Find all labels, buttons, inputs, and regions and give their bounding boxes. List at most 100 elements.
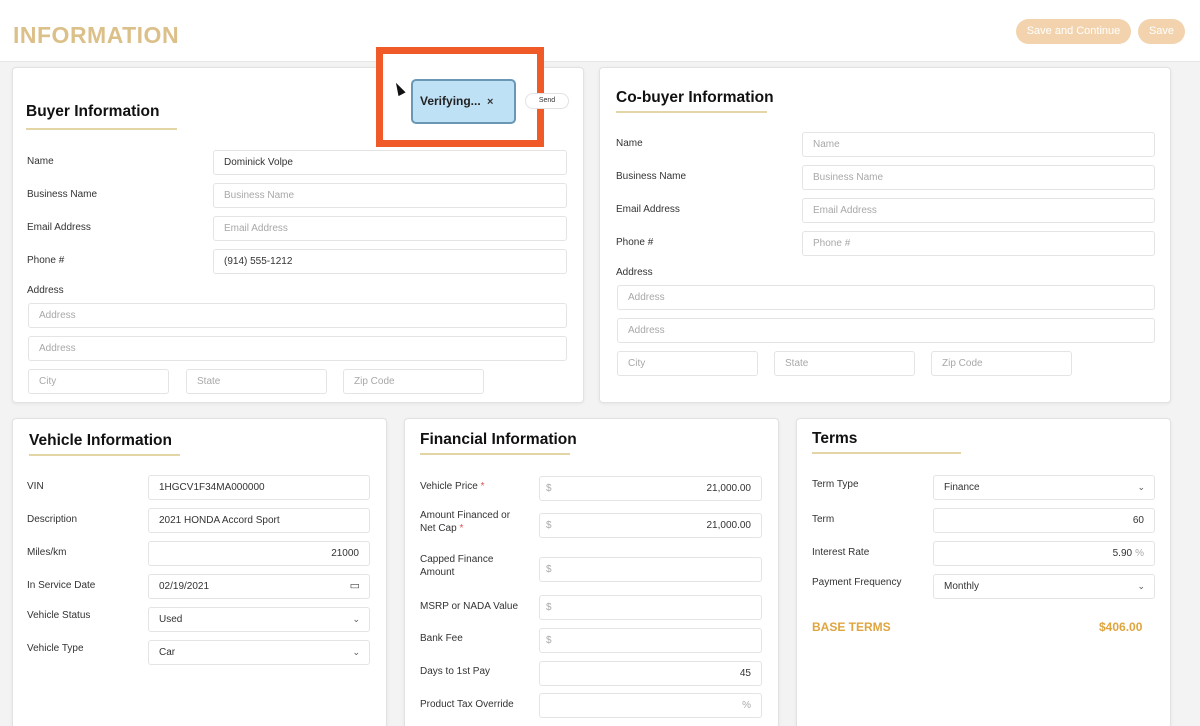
- chevron-down-icon: ⌄: [352, 647, 360, 657]
- bank-fee-input[interactable]: $: [539, 628, 762, 653]
- msrp-label: MSRP or NADA Value: [420, 601, 519, 612]
- payment-frequency-label: Payment Frequency: [812, 577, 902, 588]
- save-and-continue-button[interactable]: Save and Continue: [1016, 19, 1131, 44]
- chevron-down-icon: ⌄: [352, 614, 360, 624]
- amount-financed-label-line1: Amount Financed or: [420, 510, 511, 521]
- payment-frequency-select[interactable]: Monthly ⌄: [933, 574, 1155, 599]
- bank-fee-label: Bank Fee: [420, 633, 463, 644]
- currency-prefix: $: [546, 520, 552, 531]
- buyer-business-name-label: Business Name: [27, 189, 98, 200]
- save-button[interactable]: Save: [1138, 19, 1185, 44]
- cobuyer-phone-input[interactable]: Phone #: [802, 231, 1155, 256]
- capped-finance-input[interactable]: $: [539, 557, 762, 582]
- buyer-state-input[interactable]: State: [186, 369, 327, 394]
- buyer-phone-input[interactable]: (914) 555-1212: [213, 249, 567, 274]
- interest-rate-value: 5.90: [1112, 548, 1133, 559]
- financial-information-title: Financial Information: [420, 431, 577, 448]
- vehicle-price-value: 21,000.00: [706, 483, 752, 494]
- cobuyer-email-input[interactable]: Email Address: [802, 198, 1155, 223]
- vin-label: VIN: [27, 481, 44, 492]
- capped-finance-label: Capped Finance Amount: [420, 553, 493, 579]
- verifying-chip-label: Verifying...: [420, 94, 481, 108]
- calendar-icon[interactable]: ▭: [350, 575, 360, 598]
- interest-rate-label: Interest Rate: [812, 547, 870, 558]
- vehicle-price-input[interactable]: $ 21,000.00: [539, 476, 762, 501]
- currency-prefix: $: [546, 635, 552, 646]
- buyer-information-title: Buyer Information: [26, 103, 160, 120]
- interest-rate-input[interactable]: 5.90%: [933, 541, 1155, 566]
- vehicle-title-underline: [29, 454, 180, 456]
- cobuyer-name-label: Name: [616, 138, 643, 149]
- buyer-zip-input[interactable]: Zip Code: [343, 369, 484, 394]
- buyer-name-input[interactable]: Dominick Volpe: [213, 150, 567, 175]
- chevron-down-icon: ⌄: [1137, 581, 1145, 591]
- product-tax-override-label: Product Tax Override: [420, 699, 514, 710]
- term-input[interactable]: 60: [933, 508, 1155, 533]
- percent-suffix: %: [742, 700, 751, 711]
- page-title: INFORMATION: [13, 22, 180, 48]
- percent-suffix: %: [1135, 548, 1144, 559]
- cobuyer-address-label: Address: [616, 267, 653, 278]
- cobuyer-zip-input[interactable]: Zip Code: [931, 351, 1072, 376]
- vehicle-status-label: Vehicle Status: [27, 610, 91, 621]
- send-button[interactable]: Send: [525, 93, 569, 109]
- vehicle-type-value: Car: [159, 647, 176, 658]
- vehicle-information-title: Vehicle Information: [29, 432, 172, 449]
- capped-finance-label-line2: Amount: [420, 567, 455, 578]
- product-tax-override-input[interactable]: %: [539, 693, 762, 718]
- cobuyer-address-line1-input[interactable]: Address: [617, 285, 1155, 310]
- terms-title-underline: [812, 452, 961, 454]
- description-label: Description: [27, 514, 78, 525]
- chevron-down-icon: ⌄: [1137, 482, 1145, 492]
- cobuyer-business-name-input[interactable]: Business Name: [802, 165, 1155, 190]
- term-type-select[interactable]: Finance ⌄: [933, 475, 1155, 500]
- cobuyer-address-line2-input[interactable]: Address: [617, 318, 1155, 343]
- top-bar: INFORMATION Save and Continue Save: [0, 0, 1200, 62]
- in-service-date-label: In Service Date: [27, 580, 96, 591]
- base-terms-value: $406.00: [1099, 620, 1143, 634]
- terms-card: [796, 418, 1171, 726]
- days-to-first-pay-label: Days to 1st Pay: [420, 666, 491, 677]
- in-service-date-value: 02/19/2021: [159, 581, 210, 592]
- payment-frequency-value: Monthly: [944, 581, 980, 592]
- terms-title: Terms: [812, 430, 858, 447]
- cobuyer-business-name-label: Business Name: [616, 171, 687, 182]
- cobuyer-title-underline: [616, 111, 767, 113]
- buyer-email-label: Email Address: [27, 222, 91, 233]
- cobuyer-state-input[interactable]: State: [774, 351, 915, 376]
- vehicle-information-card: [12, 418, 387, 726]
- vehicle-type-select[interactable]: Car ⌄: [148, 640, 370, 665]
- cobuyer-city-input[interactable]: City: [617, 351, 758, 376]
- days-to-first-pay-input[interactable]: 45: [539, 661, 762, 686]
- description-input[interactable]: 2021 HONDA Accord Sport: [148, 508, 370, 533]
- vehicle-price-label: Vehicle Price *: [420, 480, 485, 493]
- base-terms-label: BASE TERMS: [812, 620, 891, 634]
- msrp-input[interactable]: $: [539, 595, 762, 620]
- currency-prefix: $: [546, 602, 552, 613]
- capped-finance-label-line1: Capped Finance: [420, 554, 494, 565]
- cobuyer-phone-label: Phone #: [616, 237, 654, 248]
- buyer-city-input[interactable]: City: [28, 369, 169, 394]
- cobuyer-name-input[interactable]: Name: [802, 132, 1155, 157]
- buyer-title-underline: [26, 128, 177, 130]
- vehicle-price-label-text: Vehicle Price: [420, 481, 478, 492]
- currency-prefix: $: [546, 483, 552, 494]
- amount-financed-value: 21,000.00: [706, 520, 752, 531]
- verifying-chip[interactable]: Verifying... ×: [411, 79, 516, 124]
- amount-financed-input[interactable]: $ 21,000.00: [539, 513, 762, 538]
- miles-input[interactable]: 21000: [148, 541, 370, 566]
- vin-input[interactable]: 1HGCV1F34MA000000: [148, 475, 370, 500]
- currency-prefix: $: [546, 564, 552, 575]
- buyer-address-line2-input[interactable]: Address: [28, 336, 567, 361]
- vehicle-status-select[interactable]: Used ⌄: [148, 607, 370, 632]
- close-icon[interactable]: ×: [487, 96, 493, 108]
- buyer-business-name-input[interactable]: Business Name: [213, 183, 567, 208]
- in-service-date-input[interactable]: 02/19/2021 ▭: [148, 574, 370, 599]
- buyer-phone-label: Phone #: [27, 255, 65, 266]
- cobuyer-information-title: Co-buyer Information: [616, 89, 774, 106]
- buyer-email-input[interactable]: Email Address: [213, 216, 567, 241]
- vehicle-type-label: Vehicle Type: [27, 643, 84, 654]
- miles-label: Miles/km: [27, 547, 67, 558]
- term-label: Term: [812, 514, 835, 525]
- buyer-address-line1-input[interactable]: Address: [28, 303, 567, 328]
